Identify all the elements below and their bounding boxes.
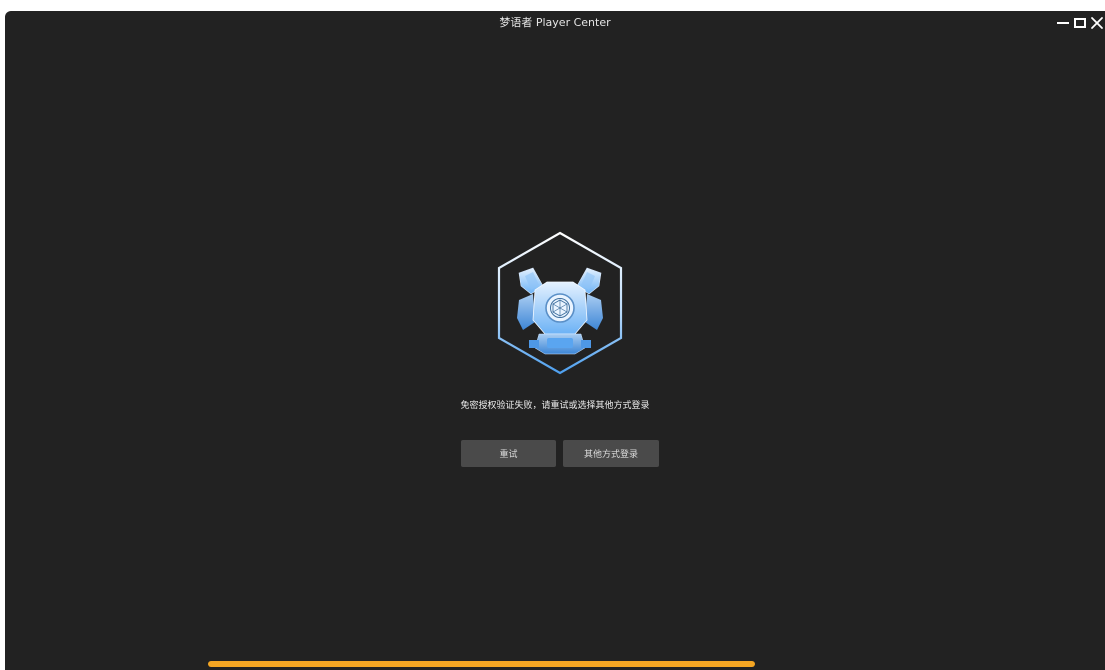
hexagon-mech-helmet-logo-icon (497, 231, 623, 375)
action-buttons: 重试 其他方式登录 (461, 440, 659, 467)
retry-button[interactable]: 重试 (461, 440, 556, 467)
progress-fill (208, 661, 755, 667)
other-login-button[interactable]: 其他方式登录 (563, 440, 659, 467)
login-error-message: 免密授权验证失败，请重试或选择其他方式登录 (460, 401, 650, 411)
main-content: 免密授权验证失败，请重试或选择其他方式登录 重试 其他方式登录 (5, 11, 1105, 670)
app-window: 梦语者 Player Center 免密授权验证失败，请重试或选择其他方式登录 … (5, 11, 1105, 670)
loading-progress-bar (208, 661, 755, 667)
